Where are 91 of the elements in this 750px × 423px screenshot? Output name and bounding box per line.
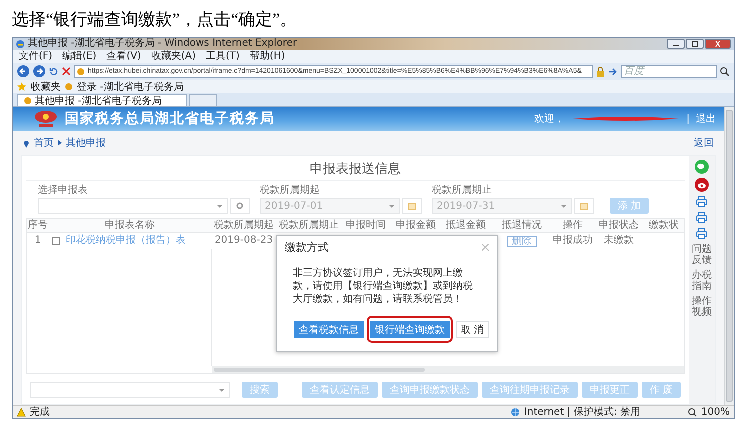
table-link[interactable]: 印花税纳税申报（报告）表 [63,233,211,249]
breadcrumb-link[interactable]: 首页 [34,136,54,150]
side-toolbar-link[interactable]: 操作视频 [691,296,713,318]
eye-logo-icon[interactable] [695,178,709,192]
dialog-button[interactable]: 取 消 [456,321,489,338]
zoom-icon[interactable] [688,408,698,416]
menu-item[interactable]: 查看(V) [106,50,142,62]
horizontal-scrollbar[interactable] [212,366,684,373]
side-toolbar-link[interactable]: 办税指南 [691,270,713,292]
menu-item[interactable]: 编辑(E) [62,50,97,62]
globe-icon [511,408,520,416]
column-header[interactable]: 申报时间 [341,219,391,233]
go-arrow-icon[interactable] [608,66,618,76]
date-value: 2019-07-31 [437,200,496,212]
back-link[interactable]: 返回 [694,136,714,150]
row-checkbox[interactable] [52,237,60,245]
favorites-label[interactable]: 收藏夹 [31,80,61,94]
site-title: 国家税务总局湖北省电子税务局 [65,110,275,128]
logout-link[interactable]: 退出 [696,112,716,126]
maximize-button[interactable] [686,39,704,49]
window-title: 其他申报 -湖北省电子税务局 - Windows Internet Explorer [28,38,298,50]
menu-item[interactable]: 工具(T) [206,50,240,62]
close-glyph-icon [714,41,722,47]
chevron-icon [58,140,62,146]
column-header[interactable]: 税款所属期起 [211,219,277,233]
printer-icon[interactable] [696,196,708,208]
forward-button-icon[interactable] [33,65,46,78]
dropdown-caret-icon [561,204,567,208]
menu-item[interactable]: 收藏夹(A) [151,50,196,62]
vertical-scrollbar[interactable] [724,107,734,405]
table-cell-text: 申报成功 [553,234,593,248]
star-icon[interactable] [17,82,27,92]
site-favicon-icon [24,96,32,104]
table-cell-text: 2019-08-23 [214,234,274,248]
menu-item[interactable]: 文件(F) [19,50,53,62]
dialog-title: 缴款方式 [285,240,329,255]
column-header[interactable]: 缴款状 [645,219,683,233]
date-value: 2019-07-01 [265,200,324,212]
column-header[interactable]: 申报状态 [593,219,645,233]
column-header[interactable]: 申报表名称 [49,219,211,233]
column-header[interactable]: 税款所属期止 [277,219,341,233]
calendar-icon [580,202,588,210]
calendar-icon [408,202,416,210]
refresh-icon[interactable] [49,66,59,76]
select-field[interactable] [38,198,228,214]
side-toolbar-link[interactable]: 问题反馈 [691,244,713,266]
separator-text: | [686,114,690,124]
field-label: 税款所属期止 [432,184,493,197]
scroll-thumb[interactable] [726,110,733,402]
breadcrumb-link[interactable]: 其他申报 [66,136,106,150]
column-header[interactable]: 抵退金额 [441,219,491,233]
back-button-icon[interactable] [17,65,30,78]
column-header[interactable]: 抵退情况 [491,219,553,233]
location-pin-icon [23,138,30,148]
table-cell-text: 未缴款 [603,234,635,248]
zoom-level[interactable]: 100% [701,406,730,418]
dropdown-caret-icon [218,388,225,392]
welcome-text: 欢迎， [534,112,565,126]
security-zone-text: Internet | 保护模式: 禁用 [524,406,640,419]
table-cell-text: 1 [34,234,42,248]
dropdown-caret-icon [389,204,395,208]
settings-button[interactable] [230,198,250,214]
column-header[interactable]: 申报金额 [391,219,441,233]
dialog-button[interactable]: 查看税款信息 [294,321,364,338]
warning-icon [17,408,26,416]
close-button[interactable] [705,39,731,49]
printer-icon[interactable] [696,212,708,224]
settings-icon [236,202,244,210]
browser-logo-icon [16,40,25,48]
field-label: 选择申报表 [38,184,89,197]
search-icon[interactable] [720,66,730,76]
stop-icon[interactable] [62,67,71,76]
column-header[interactable]: 操作 [553,219,593,233]
printer-icon[interactable] [696,228,708,240]
minimize-button[interactable] [667,39,685,49]
browser-tab[interactable]: 其他申报 -湖北省电子税务局 [17,94,187,106]
menu-item[interactable]: 帮助(H) [250,50,286,62]
emblem-icon [33,109,59,129]
form-title: 申报表报送信息 [26,156,685,181]
dropdown-caret-icon [217,204,223,208]
favorite-link[interactable]: 登录 -湖北省电子税务局 [77,80,184,94]
dialog-message: 非三方协议签订用户，无法实现网上缴款，请使用【银行端查询缴款】或到纳税大厅缴款，如有问题，请联系税管员！ [292,266,474,307]
column-header[interactable]: 序号 [27,219,49,233]
lock-icon [596,66,605,76]
select-field[interactable] [30,382,230,398]
field-label: 税款所属期起 [260,184,321,197]
status-text: 完成 [30,406,50,419]
maximize-glyph-icon [691,41,699,47]
chat-bubble-icon[interactable] [695,160,709,174]
instruction-text: 选择“银行端查询缴款”，点击“确定”。 [12,10,298,29]
dialog-button[interactable]: 银行端查询缴款 [370,321,450,338]
